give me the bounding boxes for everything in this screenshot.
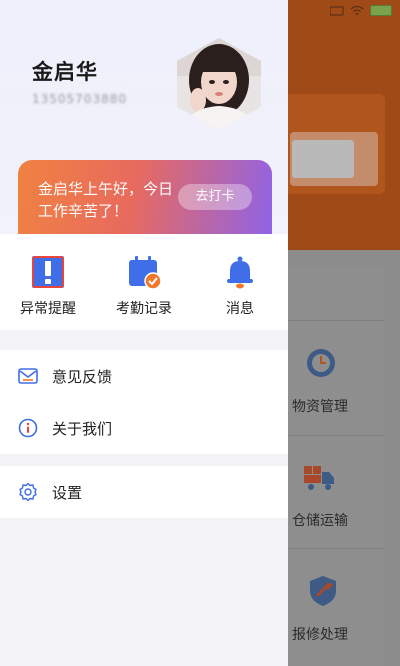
quick-action-messages[interactable]: 消息 — [192, 234, 288, 330]
info-icon — [18, 418, 38, 438]
truck-icon — [304, 466, 334, 490]
check-in-button[interactable]: 去打卡 — [178, 184, 252, 210]
bell-icon — [227, 256, 253, 289]
divider — [288, 320, 384, 321]
user-phone: 13505703880 — [32, 92, 127, 106]
quick-action-label: 消息 — [226, 301, 254, 317]
menu-item-label: 意见反馈 — [52, 368, 113, 386]
menu-item-label: 关于我们 — [52, 420, 113, 438]
quick-action-label: 考勤记录 — [116, 301, 172, 317]
quick-action-label: 异常提醒 — [20, 301, 76, 317]
menu-item-label: 设置 — [52, 484, 83, 502]
quick-actions: 异常提醒 考勤记录 消息 — [0, 234, 288, 330]
background-item-label: 物资管理 — [292, 399, 348, 415]
quick-action-attendance[interactable]: 考勤记录 — [96, 234, 192, 330]
menu-item-settings[interactable]: 设置 — [0, 466, 288, 518]
user-name: 金启华 — [32, 60, 98, 84]
divider — [288, 435, 384, 436]
wrench-shield-icon — [310, 576, 336, 606]
menu-item-feedback[interactable]: 意见反馈 — [0, 350, 288, 402]
menu-group-settings: 设置 — [0, 466, 288, 518]
greeting-card: 金启华上午好，今日工作辛苦了！ 去打卡 — [18, 160, 272, 240]
navigation-drawer: 金启华 13505703880 金启华上午好，今日工作辛苦了！ 去打卡 异常提醒… — [0, 0, 288, 666]
clock-icon — [307, 349, 335, 377]
calendar-check-icon — [129, 256, 162, 290]
avatar[interactable] — [174, 36, 264, 132]
divider — [288, 548, 384, 549]
background-banner-card — [292, 140, 354, 178]
mail-icon — [18, 368, 38, 384]
menu-item-about[interactable]: 关于我们 — [0, 402, 288, 454]
menu-group-main: 意见反馈 关于我们 — [0, 350, 288, 454]
greeting-message: 金启华上午好，今日工作辛苦了！ — [38, 180, 174, 220]
exclamation-icon — [32, 256, 64, 288]
background-item-label: 仓储运输 — [292, 513, 348, 529]
background-item-label: 报修处理 — [292, 627, 348, 643]
quick-action-exceptions[interactable]: 异常提醒 — [0, 234, 96, 330]
gear-icon — [19, 482, 37, 502]
battery-icon — [370, 5, 392, 16]
wifi-icon — [350, 5, 364, 16]
signal-icon — [330, 5, 344, 16]
profile-header: 金启华 13505703880 金启华上午好，今日工作辛苦了！ 去打卡 — [0, 0, 288, 240]
